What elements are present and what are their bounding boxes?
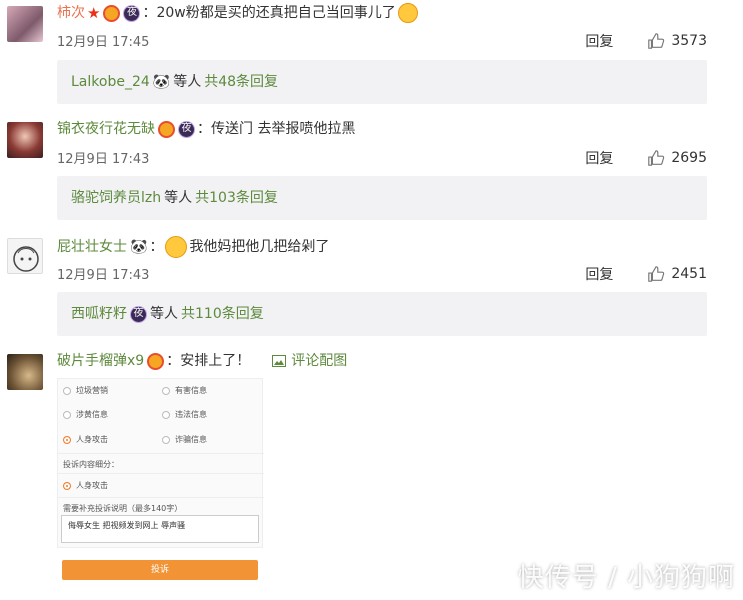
sub-option-selected: 人身攻击 [63, 480, 108, 491]
like-count: 2451 [671, 266, 707, 282]
avatar[interactable] [7, 6, 43, 42]
comment-image-label: 评论配图 [291, 353, 348, 369]
option-label: 违法信息 [175, 410, 207, 419]
thumbs-up-icon[interactable] [647, 149, 665, 167]
username[interactable]: 柿次 [57, 4, 85, 22]
star-icon: ★ [87, 4, 101, 22]
comment-text: ：20w粉都是买的还真把自己当回事儿了 [142, 5, 396, 21]
radio-selected-icon [63, 481, 71, 490]
cartoon-face-icon [13, 246, 39, 272]
face-emoji-icon [397, 3, 418, 23]
panda-icon: 🐼 [130, 239, 148, 255]
replies-count-link[interactable]: 共48条回复 [204, 60, 278, 104]
thumbs-up-icon[interactable] [647, 265, 665, 283]
replies-summary[interactable]: Lalkobe_24 🐼 等人 共48条回复 [57, 60, 707, 104]
timestamp: 12月9日 17:43 [57, 152, 150, 167]
radio-icon [63, 386, 71, 395]
comment-actions: 回复 3573 [585, 31, 707, 51]
crown-badge-icon [147, 352, 165, 370]
radio-icon [162, 435, 170, 444]
like-count: 2695 [671, 150, 707, 166]
crown-badge-icon [103, 4, 121, 22]
comment-actions: 回复 2695 [585, 148, 707, 168]
reply-user-link[interactable]: 西呱籽籽 [71, 292, 127, 336]
replies-connector: 等人 [173, 74, 202, 90]
avatar[interactable] [7, 122, 43, 158]
avatar[interactable] [7, 238, 43, 274]
comment-line: 锦衣夜行花无缺 夜 ：传送门 去举报喷他拉黑 [57, 120, 355, 138]
comment-actions: 回复 2451 [585, 264, 707, 284]
replies-count-link[interactable]: 共110条回复 [181, 292, 264, 336]
panda-icon: 🐼 [152, 74, 171, 90]
note-label-text: 需要补充投诉说明（最多140字） [63, 504, 183, 513]
reply-button[interactable]: 回复 [585, 31, 613, 51]
crown-badge-icon [158, 120, 175, 138]
colon-separator: ： [149, 239, 164, 255]
replies-summary[interactable]: 西呱籽籽 夜 等人 共110条回复 [57, 292, 707, 336]
reply-button[interactable]: 回复 [585, 148, 613, 168]
attached-report-screenshot[interactable]: 垃圾营销 有害信息 涉黄信息 违法信息 人身攻击 诈骗信息 投诉内容细分： 人身… [57, 378, 264, 548]
option-label: 有害信息 [175, 386, 207, 395]
divider [58, 473, 264, 474]
night-badge-icon: 夜 [123, 4, 141, 22]
watermark: 快传号 / 小狗狗啊 [517, 563, 735, 593]
reply-user-link[interactable]: Lalkobe_24 [71, 60, 150, 104]
replies-count-link[interactable]: 共103条回复 [195, 176, 278, 220]
comment-text: 我他妈把他几把给剁了 [189, 239, 330, 255]
divider [58, 497, 264, 498]
night-badge-icon: 夜 [178, 120, 195, 138]
comment-text: ：传送门 去举报喷他拉黑 [197, 121, 356, 137]
report-option: 有害信息 [162, 385, 207, 396]
shocked-face-emoji-icon [165, 236, 188, 258]
radio-icon [63, 410, 71, 419]
comment-text: ：安排上了！ [166, 353, 251, 369]
replies-connector: 等人 [150, 306, 178, 322]
reply-button[interactable]: 回复 [585, 264, 613, 284]
note-textarea: 侮辱女生 把视频发到网上 辱声骚 [61, 515, 259, 543]
report-option: 违法信息 [162, 409, 207, 420]
radio-selected-icon [63, 435, 71, 444]
comment-line: 屁壮壮女士 🐼 ： 我他妈把他几把给剁了 [57, 236, 329, 258]
timestamp: 12月9日 17:45 [57, 35, 150, 50]
divider [58, 453, 264, 454]
option-label: 诈骗信息 [175, 435, 207, 444]
timestamp: 12月9日 17:43 [57, 268, 150, 283]
report-option-selected: 人身攻击 [63, 434, 108, 445]
replies-summary[interactable]: 骆驼饲养员lzh 等人 共103条回复 [57, 176, 707, 220]
comment-line: 柿次 ★ 夜 ：20w粉都是买的还真把自己当回事儿了 [57, 3, 418, 23]
section-label: 投诉内容细分： [63, 459, 119, 470]
like-count: 3573 [671, 33, 707, 49]
radio-icon [162, 386, 170, 395]
username[interactable]: 锦衣夜行花无缺 [57, 120, 155, 138]
option-label: 人身攻击 [76, 435, 108, 444]
note-label: 需要补充投诉说明（最多140字） [63, 503, 182, 514]
username[interactable]: 破片手榴弹x9 [57, 352, 144, 370]
replies-connector: 等人 [164, 190, 193, 206]
report-option: 涉黄信息 [63, 409, 108, 420]
image-icon [272, 355, 287, 367]
report-option: 诈骗信息 [162, 434, 207, 445]
option-label: 涉黄信息 [76, 410, 108, 419]
username[interactable]: 屁壮壮女士 [57, 238, 127, 256]
thumbs-up-icon[interactable] [647, 32, 665, 50]
reply-user-link[interactable]: 骆驼饲养员lzh [71, 176, 161, 220]
radio-icon [162, 410, 170, 419]
section-label-text: 投诉内容细分： [63, 460, 119, 469]
option-label: 垃圾营销 [76, 386, 108, 395]
comment-line: 破片手榴弹x9 ：安排上了！ 评论配图 [57, 352, 347, 370]
report-submit-button: 投诉 [62, 560, 258, 580]
report-option: 垃圾营销 [63, 385, 108, 396]
night-badge-icon: 夜 [130, 305, 147, 323]
comment-image-link[interactable]: 评论配图 [272, 352, 347, 370]
avatar[interactable] [7, 354, 43, 390]
option-label: 人身攻击 [76, 481, 108, 490]
